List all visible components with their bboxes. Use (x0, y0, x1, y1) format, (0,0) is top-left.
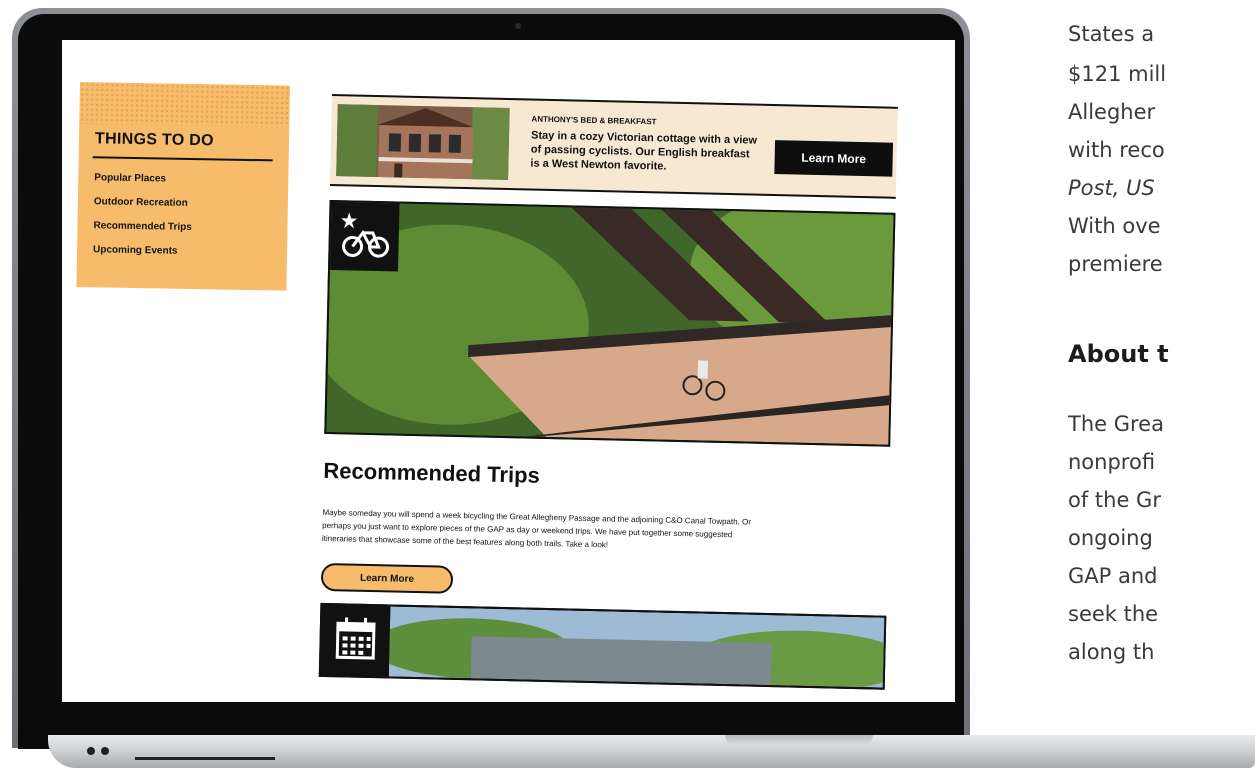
camera-dot (515, 23, 521, 29)
bike-star-badge (330, 202, 400, 272)
sidebar-title: THINGS TO DO (94, 130, 215, 150)
sidebar-item-upcoming-events[interactable]: Upcoming Events (93, 244, 192, 270)
main-content: ANTHONY'S BED & BREAKFAST Stay in a cozy… (318, 94, 898, 690)
bridge-photo (324, 199, 896, 447)
bicycle-icon (341, 212, 390, 258)
sidebar-menu: Popular Places Outdoor Recreation Recomm… (93, 172, 193, 270)
victorian-house-image (336, 104, 510, 181)
base-indicator-dots (87, 740, 115, 759)
group-photo (318, 602, 887, 690)
dotted-pattern (79, 82, 290, 128)
ad-learn-more-button[interactable]: Learn More (774, 140, 894, 177)
calendar-icon (335, 617, 376, 660)
things-to-do-sidebar: THINGS TO DO Popular Places Outdoor Recr… (76, 82, 290, 291)
laptop-screen: THINGS TO DO Popular Places Outdoor Recr… (62, 40, 955, 702)
laptop-notch (725, 735, 873, 745)
sidebar-item-popular-places[interactable]: Popular Places (94, 172, 193, 198)
section-heading: Recommended Trips (323, 457, 541, 488)
ad-title: ANTHONY'S BED & BREAKFAST (531, 114, 657, 127)
trips-learn-more-button[interactable]: Learn More (320, 562, 454, 594)
ad-description: Stay in a cozy Victorian cottage with a … (530, 129, 758, 173)
sidebar-divider (92, 156, 273, 162)
sidebar-item-outdoor-recreation[interactable]: Outdoor Recreation (94, 196, 193, 222)
calendar-badge (320, 604, 391, 677)
laptop-mockup: THINGS TO DO Popular Places Outdoor Recr… (0, 0, 1255, 768)
laptop-base (48, 735, 1255, 768)
section-body: Maybe someday you will spend a week bicy… (321, 507, 752, 550)
sidebar-item-recommended-trips[interactable]: Recommended Trips (93, 220, 192, 246)
ad-banner: ANTHONY'S BED & BREAKFAST Stay in a cozy… (329, 94, 898, 199)
base-strip (135, 757, 275, 760)
